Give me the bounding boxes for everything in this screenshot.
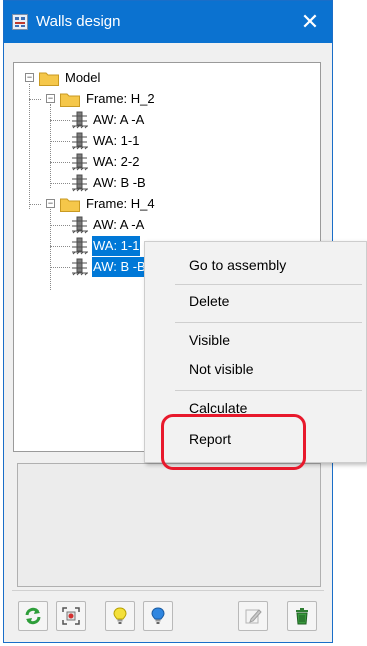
- menu-item-not-visible[interactable]: Not visible: [189, 359, 254, 379]
- wall-icon: [72, 132, 88, 150]
- delete-button[interactable]: [287, 601, 317, 631]
- window-title: Walls design: [36, 13, 121, 30]
- title-bar[interactable]: Walls design ✕: [4, 1, 332, 43]
- menu-item-go-to-assembly[interactable]: Go to assembly: [189, 255, 286, 275]
- close-icon: ✕: [300, 9, 320, 34]
- folder-icon: [39, 72, 59, 86]
- menu-separator: [175, 322, 362, 323]
- refresh-icon: [25, 607, 41, 625]
- blue-bulb-icon: [151, 607, 165, 624]
- menu-separator: [175, 390, 362, 391]
- tree-connector: [50, 225, 70, 226]
- report-highlight-annotation: [161, 414, 306, 470]
- tree-node-label: WA: 1-1: [93, 133, 140, 148]
- menu-item-visible[interactable]: Visible: [189, 330, 230, 350]
- wall-icon: [72, 258, 88, 276]
- wall-icon: [72, 237, 88, 255]
- tree-connector: [50, 162, 70, 163]
- hide-button[interactable]: [143, 601, 173, 631]
- zoom-fit-button[interactable]: [56, 601, 86, 631]
- wall-icon: [72, 174, 88, 192]
- menu-separator: [175, 284, 362, 285]
- collapse-toggle[interactable]: −: [25, 73, 34, 82]
- menu-item-delete[interactable]: Delete: [189, 291, 229, 311]
- tree-node-label: AW: B -B: [93, 175, 146, 190]
- collapse-toggle[interactable]: −: [46, 199, 55, 208]
- wall-icon: [72, 111, 88, 129]
- zoom-fit-icon: [62, 607, 80, 625]
- folder-icon: [60, 198, 80, 212]
- yellow-bulb-icon: [113, 607, 127, 624]
- tree-connector: [50, 183, 70, 184]
- tree-node-label: AW: A -A: [93, 217, 145, 232]
- trash-icon: [296, 608, 308, 625]
- tree-node-label: Model: [65, 70, 101, 85]
- collapse-toggle[interactable]: −: [46, 94, 55, 103]
- wall-icon: [72, 153, 88, 171]
- edit-button[interactable]: [238, 601, 268, 631]
- tree-node-label: AW: B -B: [92, 257, 147, 277]
- tree-connector: [50, 267, 70, 268]
- tree-node-label: WA: 2-2: [93, 154, 140, 169]
- properties-panel: [17, 463, 321, 587]
- tree-connector: [50, 246, 70, 247]
- tree-connector: [50, 120, 70, 121]
- show-button[interactable]: [105, 601, 135, 631]
- walls-app-icon: [12, 14, 28, 30]
- tree-node-label: WA: 1-1: [92, 236, 141, 256]
- tree-connector: [50, 209, 51, 290]
- refresh-button[interactable]: [18, 601, 48, 631]
- toolbar-divider: [12, 590, 324, 591]
- tree-connector: [50, 141, 70, 142]
- tree-connector: [29, 99, 41, 100]
- tree-node-label: Frame: H_4: [86, 196, 155, 211]
- wall-icon: [72, 216, 88, 234]
- close-button[interactable]: ✕: [288, 1, 332, 43]
- folder-icon: [60, 93, 80, 107]
- edit-icon: [245, 609, 262, 624]
- tree-connector: [29, 204, 41, 205]
- tree-node-label: Frame: H_2: [86, 91, 155, 106]
- tree-connector: [50, 104, 51, 188]
- tree-connector: [29, 84, 30, 209]
- tree-node-label: AW: A -A: [93, 112, 145, 127]
